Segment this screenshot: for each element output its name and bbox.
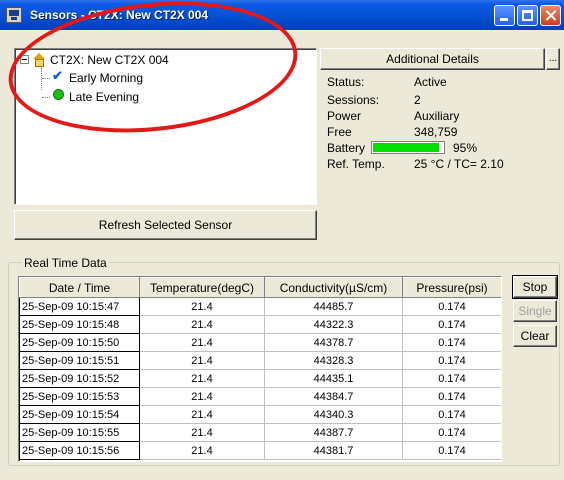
- clear-button[interactable]: Clear: [513, 325, 557, 347]
- cell-conductivity: 44328.3: [264, 351, 403, 370]
- table-row[interactable]: 25-Sep-09 10:15:47 21.4 44485.7 0.174: [19, 297, 501, 316]
- cell-datetime: 25-Sep-09 10:15:50: [19, 333, 140, 352]
- sensor-icon: [32, 53, 46, 67]
- cell-pressure: 0.174: [402, 441, 501, 460]
- table-row[interactable]: 25-Sep-09 10:15:56 21.4 44381.7 0.174: [19, 441, 501, 460]
- cell-datetime: 25-Sep-09 10:15:55: [19, 423, 140, 442]
- more-button[interactable]: ...: [546, 48, 560, 70]
- table-row[interactable]: 25-Sep-09 10:15:55 21.4 44387.7 0.174: [19, 423, 501, 442]
- cell-pressure: 0.174: [402, 297, 501, 316]
- ref-temp-value: 25 °C / TC= 2.10: [414, 157, 504, 171]
- cell-datetime: 25-Sep-09 10:15:52: [19, 369, 140, 388]
- refresh-sensor-button[interactable]: Refresh Selected Sensor: [14, 210, 317, 240]
- cell-pressure: 0.174: [402, 405, 501, 424]
- sensor-tree[interactable]: CT2X: New CT2X 004 ✔ Early Morning Late …: [14, 48, 317, 205]
- cell-temperature: 21.4: [139, 423, 265, 442]
- cell-temperature: 21.4: [139, 369, 265, 388]
- battery-percent: 95%: [453, 141, 478, 155]
- cell-temperature: 21.4: [139, 387, 265, 406]
- cell-conductivity: 44435.1: [264, 369, 403, 388]
- cell-datetime: 25-Sep-09 10:15:48: [19, 315, 140, 334]
- tree-collapse-icon[interactable]: [20, 55, 29, 64]
- green-dot-icon: [53, 89, 64, 100]
- cell-conductivity: 44384.7: [264, 387, 403, 406]
- app-icon[interactable]: [6, 7, 22, 23]
- table-row[interactable]: 25-Sep-09 10:15:53 21.4 44384.7 0.174: [19, 387, 501, 406]
- column-header-pressure[interactable]: Pressure(psi): [402, 277, 501, 298]
- table-row[interactable]: 25-Sep-09 10:15:54 21.4 44340.3 0.174: [19, 405, 501, 424]
- tree-line: [42, 78, 50, 79]
- cell-pressure: 0.174: [402, 351, 501, 370]
- column-header-conductivity[interactable]: Conductivity(µS/cm): [264, 277, 403, 298]
- maximize-button[interactable]: [517, 5, 538, 26]
- cell-datetime: 25-Sep-09 10:15:56: [19, 441, 140, 460]
- power-label: Power: [327, 109, 362, 123]
- cell-pressure: 0.174: [402, 423, 501, 442]
- power-value: Auxiliary: [414, 109, 460, 123]
- cell-temperature: 21.4: [139, 297, 265, 316]
- table-row[interactable]: 25-Sep-09 10:15:52 21.4 44435.1 0.174: [19, 369, 501, 388]
- column-header-temperature[interactable]: Temperature(degC): [139, 277, 265, 298]
- cell-pressure: 0.174: [402, 387, 501, 406]
- sessions-label: Sessions:: [327, 93, 380, 107]
- column-header-datetime[interactable]: Date / Time: [19, 277, 140, 298]
- status-label: Status:: [327, 75, 365, 89]
- additional-details-button[interactable]: Additional Details: [320, 48, 545, 70]
- battery-level-bar: [371, 141, 445, 154]
- cell-conductivity: 44381.7: [264, 441, 403, 460]
- real-time-data-label: Real Time Data: [22, 256, 109, 270]
- cell-datetime: 25-Sep-09 10:15:47: [19, 297, 140, 316]
- cell-temperature: 21.4: [139, 333, 265, 352]
- cell-conductivity: 44387.7: [264, 423, 403, 442]
- cell-conductivity: 44485.7: [264, 297, 403, 316]
- tree-line: [41, 68, 42, 90]
- single-button[interactable]: Single: [513, 300, 557, 322]
- tree-line: [42, 97, 50, 98]
- cell-temperature: 21.4: [139, 351, 265, 370]
- cell-conductivity: 44340.3: [264, 405, 403, 424]
- battery-label: Battery: [327, 141, 366, 155]
- sensors-window: Sensors - CT2X: New CT2X 004 CT2X: New C…: [0, 0, 564, 480]
- cell-conductivity: 44322.3: [264, 315, 403, 334]
- cell-temperature: 21.4: [139, 315, 265, 334]
- title-bar[interactable]: Sensors - CT2X: New CT2X 004: [0, 0, 564, 30]
- checkmark-icon: ✔: [52, 68, 63, 83]
- tree-item-late-evening[interactable]: Late Evening: [69, 90, 139, 104]
- minimize-button[interactable]: [494, 5, 515, 26]
- cell-conductivity: 44378.7: [264, 333, 403, 352]
- close-button[interactable]: [540, 5, 561, 26]
- status-value: Active: [414, 75, 447, 89]
- table-row[interactable]: 25-Sep-09 10:15:48 21.4 44322.3 0.174: [19, 315, 501, 334]
- battery-level-fill: [373, 143, 440, 152]
- cell-datetime: 25-Sep-09 10:15:51: [19, 351, 140, 370]
- cell-pressure: 0.174: [402, 315, 501, 334]
- tree-item-early-morning[interactable]: Early Morning: [69, 71, 143, 85]
- tree-item-root[interactable]: CT2X: New CT2X 004: [50, 53, 169, 67]
- sessions-value: 2: [414, 93, 421, 107]
- table-row[interactable]: 25-Sep-09 10:15:50 21.4 44378.7 0.174: [19, 333, 501, 352]
- ref-temp-label: Ref. Temp.: [327, 157, 385, 171]
- stop-button[interactable]: Stop: [512, 275, 558, 299]
- table-header-row: Date / Time Temperature(degC) Conductivi…: [19, 277, 501, 298]
- cell-temperature: 21.4: [139, 405, 265, 424]
- window-title: Sensors - CT2X: New CT2X 004: [30, 8, 209, 22]
- cell-pressure: 0.174: [402, 369, 501, 388]
- table-row[interactable]: 25-Sep-09 10:15:51 21.4 44328.3 0.174: [19, 351, 501, 370]
- real-time-data-table[interactable]: Date / Time Temperature(degC) Conductivi…: [18, 276, 502, 462]
- cell-datetime: 25-Sep-09 10:15:53: [19, 387, 140, 406]
- cell-pressure: 0.174: [402, 333, 501, 352]
- free-label: Free: [327, 125, 352, 139]
- cell-datetime: 25-Sep-09 10:15:54: [19, 405, 140, 424]
- free-value: 348,759: [414, 125, 458, 139]
- cell-temperature: 21.4: [139, 441, 265, 460]
